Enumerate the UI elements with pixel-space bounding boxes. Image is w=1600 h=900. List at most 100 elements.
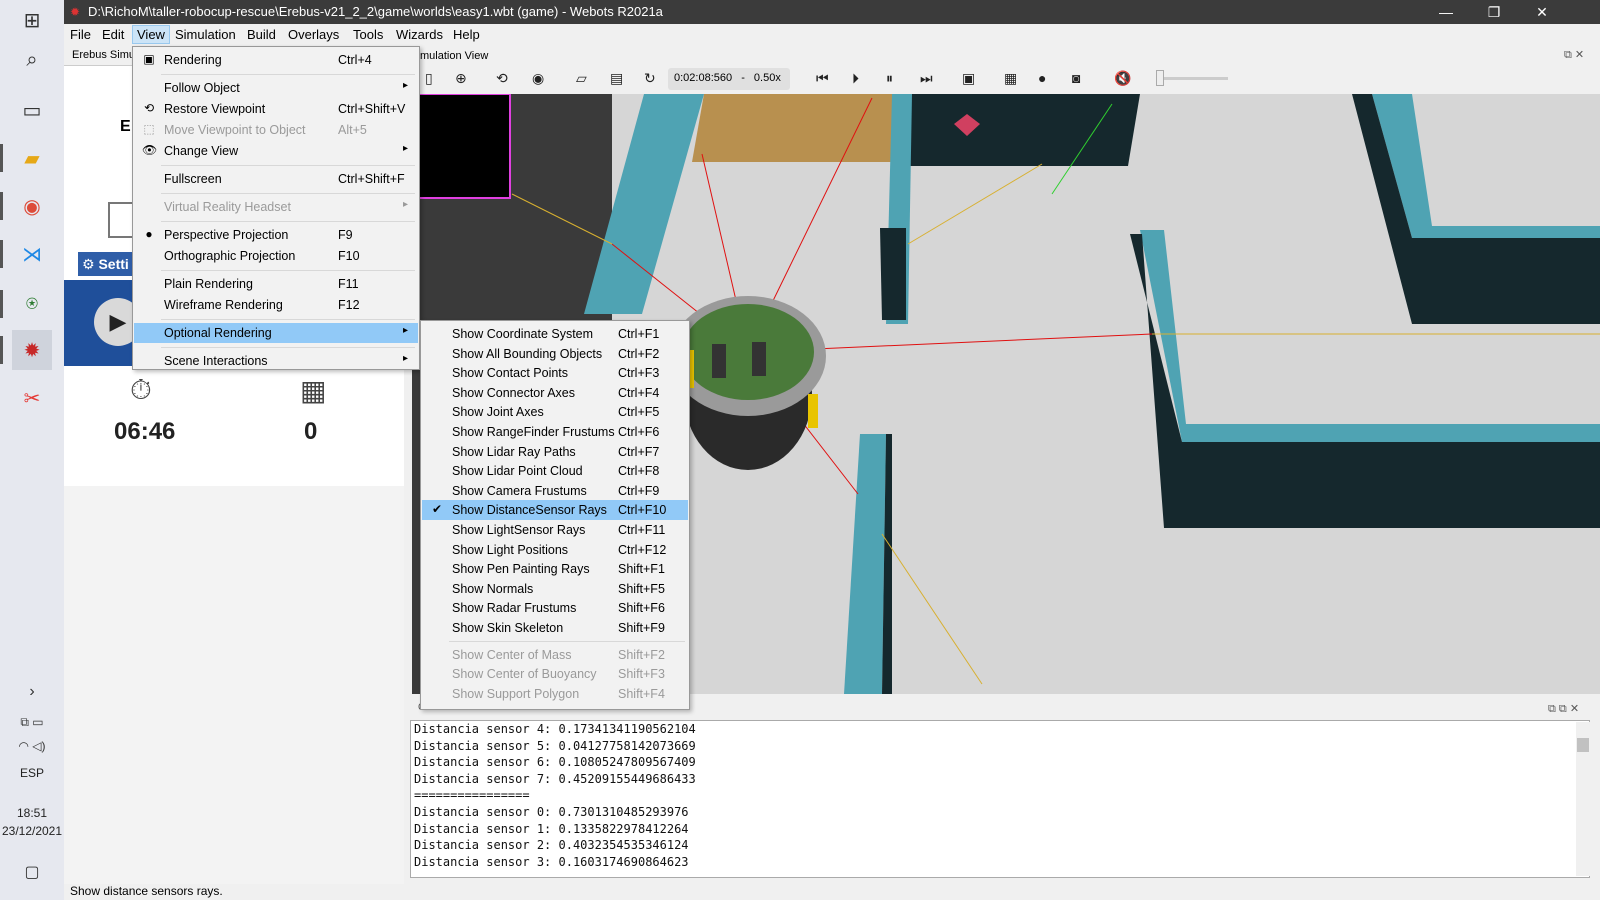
chrome-icon[interactable]: ◉ (0, 186, 52, 226)
menu-item-show-light-positions[interactable]: Show Light Positions Ctrl+F12 (422, 540, 688, 560)
menu-item-restore-viewpoint[interactable]: ⟲ Restore Viewpoint Ctrl+Shift+V (134, 99, 418, 119)
reload-world-icon[interactable]: ↻ (644, 70, 656, 87)
eye-icon[interactable]: ◉ (532, 70, 544, 87)
menu-item-show-contact-points[interactable]: Show Contact Points Ctrl+F3 (422, 363, 688, 383)
menu-item-show-lidar-point-cloud[interactable]: Show Lidar Point Cloud Ctrl+F8 (422, 461, 688, 481)
menu-item-perspective-projection[interactable]: ● Perspective Projection F9 (134, 225, 418, 245)
rendering-icon: ▣ (143, 52, 155, 66)
rendering-icon[interactable]: ▣ (962, 70, 975, 87)
maximize-button[interactable]: ❐ (1470, 0, 1518, 24)
menu-item-wireframe-rendering[interactable]: Wireframe Rendering F12 (134, 295, 418, 315)
undock-icon[interactable]: ⧉ ✕ (1564, 48, 1584, 62)
menu-item-show-skin-skeleton[interactable]: Show Skin Skeleton Shift+F9 (422, 618, 688, 638)
simulation-time: 0:02:08:560 (674, 72, 733, 84)
menu-item-rendering[interactable]: ▣ Rendering Ctrl+4 (134, 50, 418, 70)
pause-icon[interactable]: ⏸ (886, 70, 893, 87)
open-world-icon[interactable]: ▱ (576, 70, 587, 87)
menu-simulation[interactable]: Simulation (175, 27, 236, 42)
menu-item-move-viewpoint-to-object[interactable]: ⬚ Move Viewpoint to Object Alt+5 (134, 120, 418, 140)
windows-start-icon[interactable]: ⊞ (12, 0, 52, 40)
menu-item-show-lidar-ray-paths[interactable]: Show Lidar Ray Paths Ctrl+F7 (422, 442, 688, 462)
menu-separator (161, 74, 415, 75)
menu-item-show-normals[interactable]: Show Normals Shift+F5 (422, 579, 688, 599)
console-output[interactable]: Distancia sensor 4: 0.17341341190562104 … (410, 720, 1590, 878)
menu-item-show-support-polygon[interactable]: Show Support Polygon Shift+F4 (422, 684, 688, 704)
console-scrollbar-thumb[interactable] (1577, 738, 1589, 752)
menu-item-label: Perspective Projection (164, 228, 289, 242)
menu-item-fullscreen[interactable]: Fullscreen Ctrl+Shift+F (134, 169, 418, 189)
app-icon[interactable]: ⍟ (0, 284, 52, 324)
screenshot-icon[interactable]: ◙ (1072, 70, 1080, 86)
network-volume-icons[interactable]: ◠ ◁) (4, 726, 60, 766)
menu-item-show-radar-frustums[interactable]: Show Radar Frustums Shift+F6 (422, 598, 688, 618)
menu-item-label: Show Center of Mass (452, 647, 572, 662)
menu-item-show-distancesensor-rays[interactable]: ✔ Show DistanceSensor Rays Ctrl+F10 (422, 500, 688, 521)
restore-viewpoint-icon[interactable]: ⟲ (496, 70, 508, 87)
menu-item-label: Show Center of Buoyancy (452, 667, 597, 682)
snipping-tool-icon[interactable]: ✂ (12, 378, 52, 418)
menu-item-show-joint-axes[interactable]: Show Joint Axes Ctrl+F5 (422, 402, 688, 422)
search-icon[interactable]: ⌕ (12, 40, 52, 80)
volume-slider-handle[interactable] (1156, 70, 1164, 86)
menu-item-show-coordinate-system[interactable]: Show Coordinate System Ctrl+F1 (422, 324, 688, 344)
console-window-controls[interactable]: ⧉ ⧉ ✕ (1548, 702, 1579, 716)
save-world-icon[interactable]: ▤ (610, 70, 623, 87)
menu-item-show-pen-painting-rays[interactable]: Show Pen Painting Rays Shift+F1 (422, 559, 688, 579)
menu-item-label: Show Camera Frustums (452, 483, 587, 498)
menu-item-show-connector-axes[interactable]: Show Connector Axes Ctrl+F4 (422, 383, 688, 403)
menu-help[interactable]: Help (453, 27, 480, 42)
record-animation-icon[interactable]: ● (1038, 70, 1046, 86)
menu-item-orthographic-projection[interactable]: Orthographic Projection F10 (134, 246, 418, 266)
menu-item-label: Rendering (164, 53, 222, 67)
mute-icon[interactable]: 🔇 (1114, 70, 1131, 87)
menu-item-show-center-of-buoyancy[interactable]: Show Center of Buoyancy Shift+F3 (422, 664, 688, 684)
menu-item-follow-object[interactable]: Follow Object ▸ (134, 78, 418, 98)
menu-item-show-rangefinder-frustums[interactable]: Show RangeFinder Frustums Ctrl+F6 (422, 422, 688, 442)
menu-item-scene-interactions[interactable]: Scene Interactions ▸ (134, 351, 418, 371)
menu-item-plain-rendering[interactable]: Plain Rendering F11 (134, 274, 418, 294)
vscode-icon[interactable]: ⋊ (0, 234, 52, 274)
menu-item-show-center-of-mass[interactable]: Show Center of Mass Shift+F2 (422, 645, 688, 665)
photos-app-icon[interactable]: ▭ (12, 90, 52, 130)
close-button[interactable]: ✕ (1518, 0, 1566, 24)
menu-view[interactable]: View (132, 25, 170, 44)
add-node-icon[interactable]: ⊕ (455, 70, 467, 87)
menu-overlays[interactable]: Overlays (288, 27, 339, 42)
language-indicator[interactable]: ESP (0, 766, 64, 780)
menu-wizards[interactable]: Wizards (396, 27, 443, 42)
menu-item-shortcut: Ctrl+F7 (618, 444, 660, 459)
menu-file[interactable]: File (70, 27, 91, 42)
clock-date[interactable]: 23/12/2021 (0, 824, 64, 838)
menu-item-label: Show Support Polygon (452, 686, 580, 701)
menu-item-shortcut: Shift+F9 (618, 621, 665, 635)
menu-tools[interactable]: Tools (353, 27, 383, 42)
menu-item-optional-rendering[interactable]: Optional Rendering ▸ (134, 323, 418, 343)
console-line: Distancia sensor 2: 0.4032354535346124 (414, 838, 689, 853)
step-icon[interactable]: ⏵ (852, 70, 859, 87)
clock-time[interactable]: 18:51 (0, 806, 64, 820)
notifications-icon[interactable]: ▢ (12, 852, 52, 892)
menu-item-show-all-bounding-objects[interactable]: Show All Bounding Objects Ctrl+F2 (422, 344, 688, 364)
menu-edit[interactable]: Edit (102, 27, 124, 42)
webots-logo-icon: ✹ (70, 5, 81, 19)
volume-slider-track[interactable] (1160, 77, 1228, 80)
menu-build[interactable]: Build (247, 27, 276, 42)
menu-item-show-camera-frustums[interactable]: Show Camera Frustums Ctrl+F9 (422, 481, 688, 501)
menu-item-change-view[interactable]: 👁 Change View ▸ (134, 141, 418, 161)
reset-simulation-icon[interactable]: ⏮ (816, 70, 829, 87)
menu-item-label: Scene Interactions (164, 354, 268, 368)
menu-separator (161, 319, 415, 320)
menu-item-show-lightsensor-rays[interactable]: Show LightSensor Rays Ctrl+F11 (422, 520, 688, 540)
fast-forward-icon[interactable]: ⏭ (920, 70, 933, 87)
simulation-view-title: mulation View (420, 50, 489, 62)
record-movie-icon[interactable]: ▦ (1004, 70, 1017, 87)
settings-tab[interactable]: ⚙ Setti (78, 252, 134, 276)
file-explorer-icon[interactable]: ▰ (0, 138, 52, 178)
menu-item-virtual-reality-headset[interactable]: Virtual Reality Headset ▸ (134, 197, 418, 217)
menu-item-label: Show Light Positions (452, 542, 569, 557)
menu-item-shortcut: Ctrl+F5 (618, 405, 660, 420)
toggle-scene-tree-icon[interactable]: ▯ (425, 70, 433, 87)
simulation-time-display: 0:02:08:560 - 0.50x (668, 68, 790, 90)
webots-icon[interactable]: ✹ (0, 330, 52, 370)
minimize-button[interactable]: — (1422, 0, 1470, 24)
